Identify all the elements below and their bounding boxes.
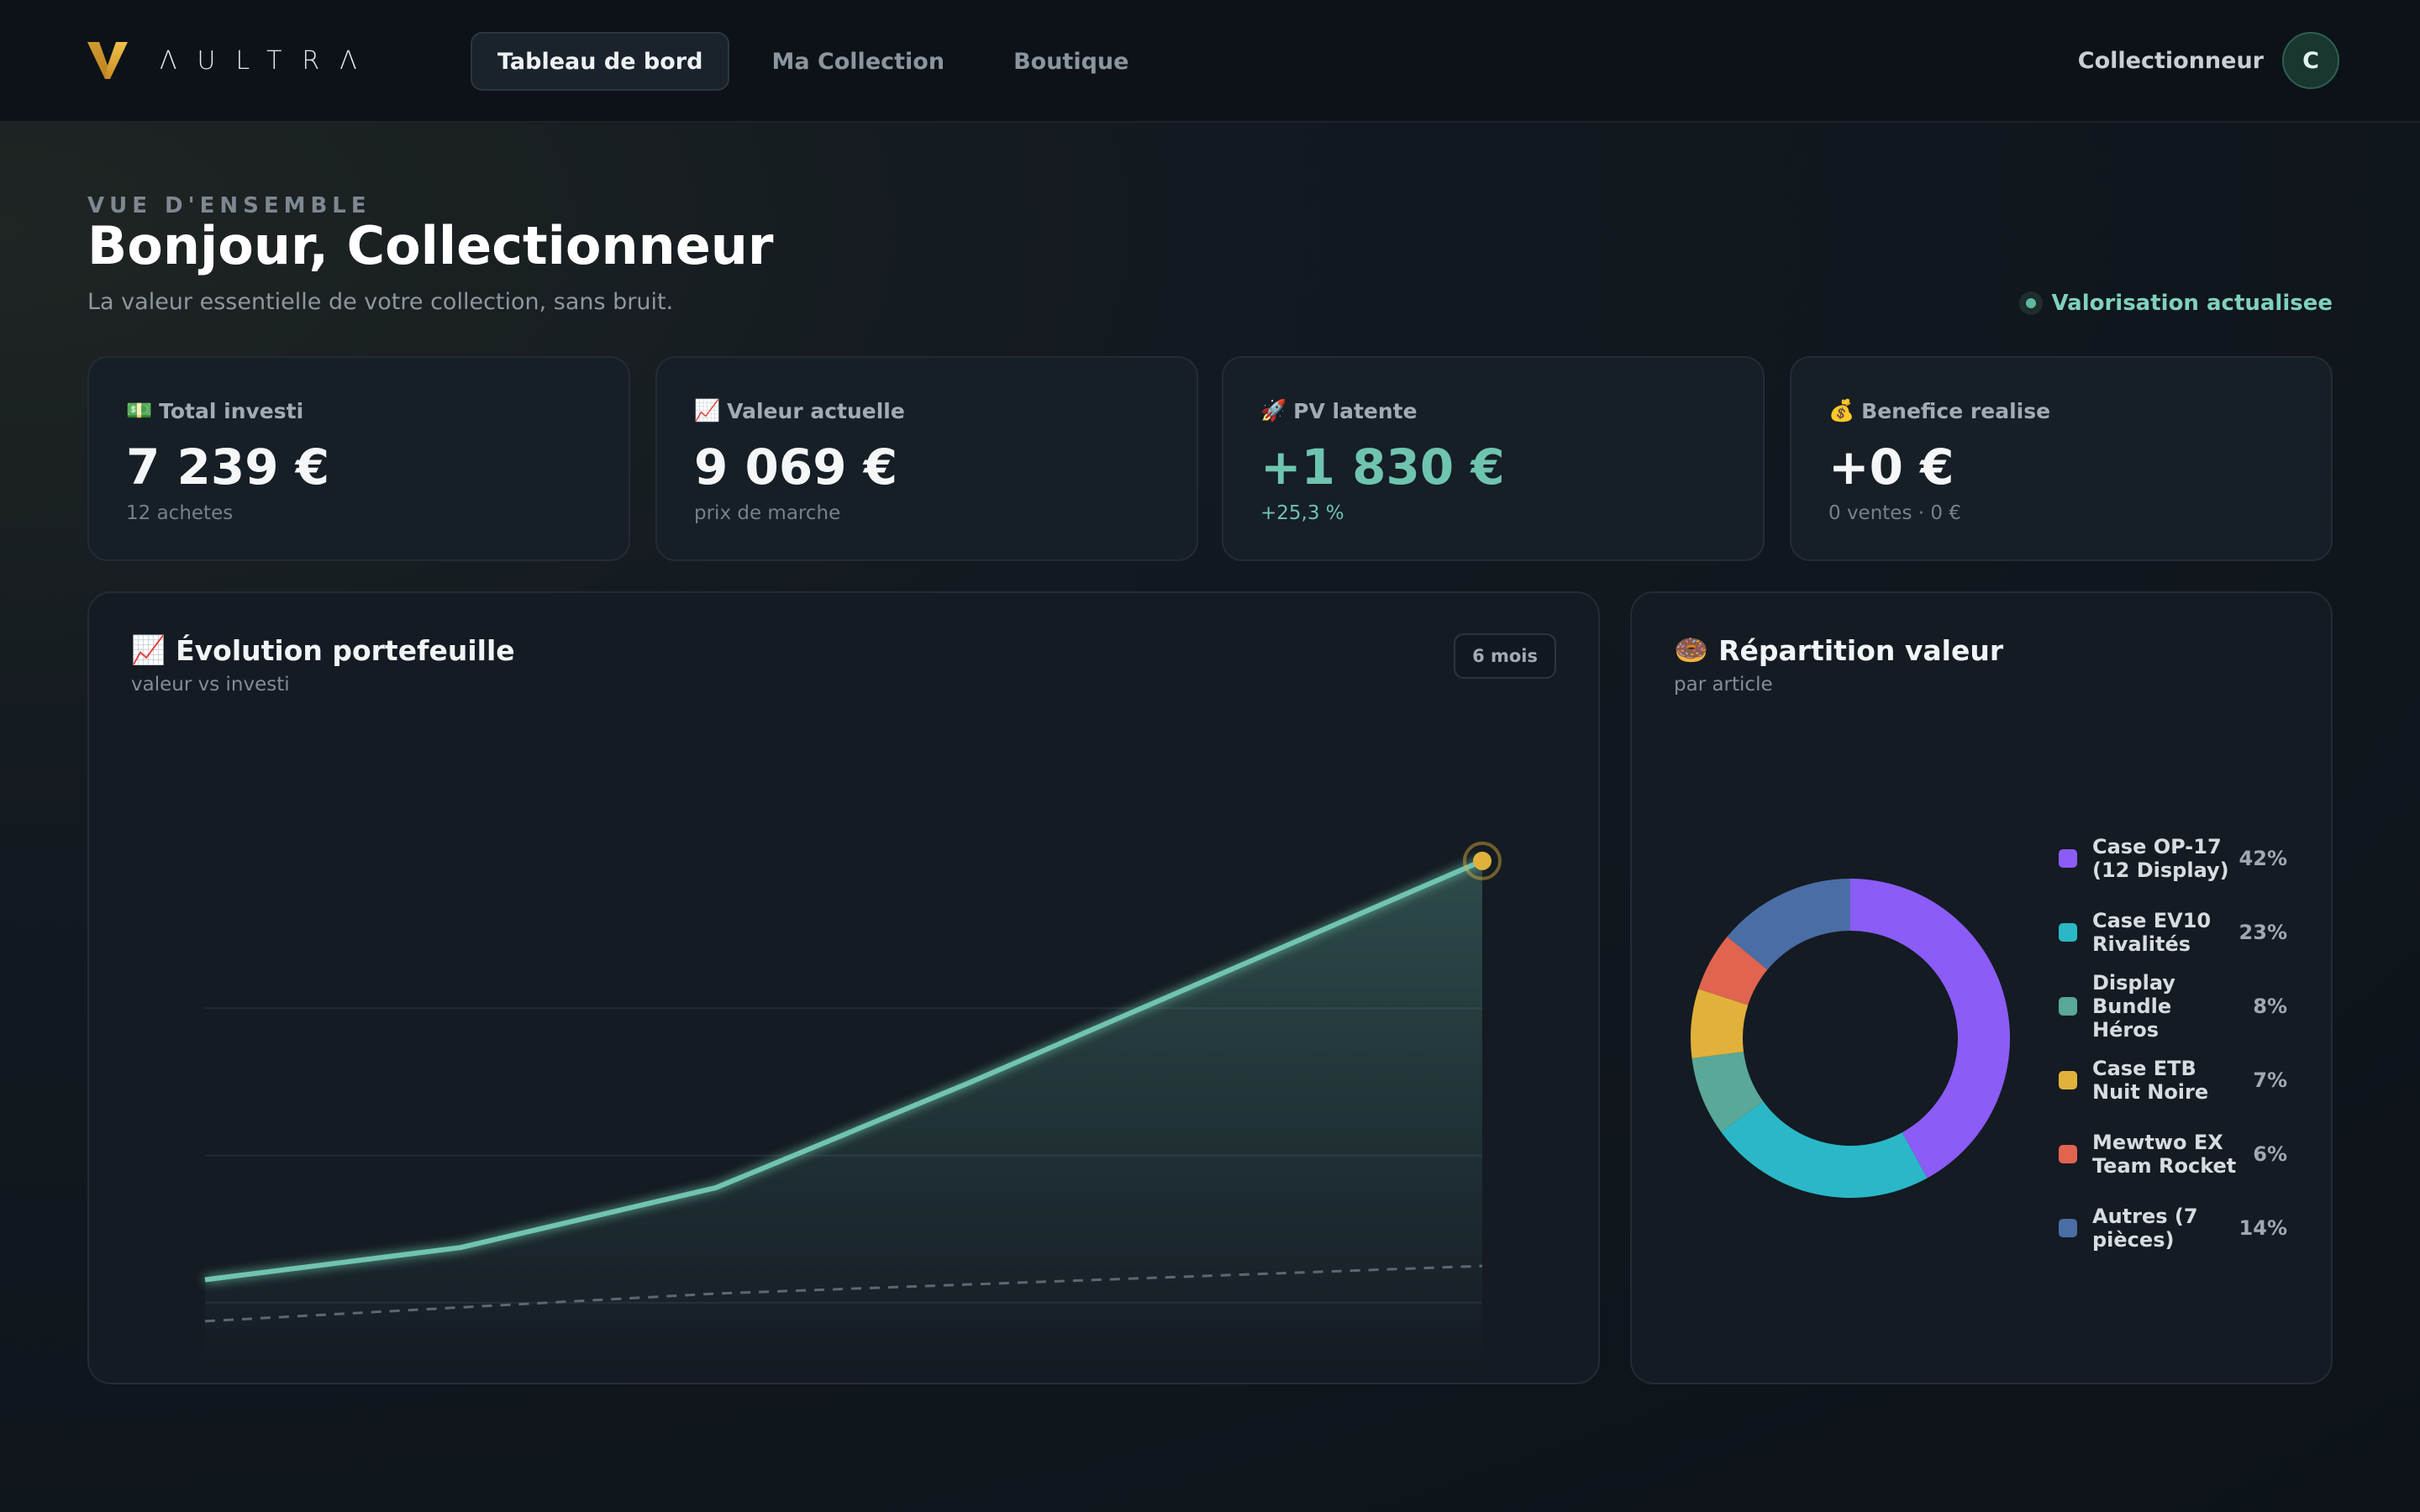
- kpi-label: 📈 Valeur actuelle: [694, 398, 905, 423]
- user-name: Collectionneur: [2077, 47, 2264, 74]
- legend-swatch: [2059, 1145, 2077, 1163]
- kpi-sub: prix de marche: [694, 502, 841, 524]
- top-bar: ΛULTRΛ Tableau de bord Ma Collection Bou…: [0, 0, 2420, 123]
- legend-swatch: [2059, 997, 2077, 1016]
- evolution-panel: 📈 Évolution portefeuille valeur vs inves…: [87, 591, 1600, 1384]
- kpi-label-text: PV latente: [1293, 398, 1418, 423]
- legend-item[interactable]: Case EV10 Rivalités 23%: [2059, 895, 2287, 969]
- legend-swatch: [2059, 1071, 2077, 1089]
- legend-percent: 7%: [2253, 1068, 2287, 1092]
- donut-slice-1[interactable]: [1721, 1101, 1928, 1198]
- kpi-label: 🚀 PV latente: [1260, 398, 1418, 423]
- legend-item[interactable]: Autres (7 pièces) 14%: [2059, 1191, 2287, 1265]
- kpi-label-text: Total investi: [159, 398, 304, 423]
- legend-label: Display Bundle Héros: [2092, 971, 2175, 1042]
- kpi-value: 9 069 €: [694, 438, 898, 496]
- kpi-sub: +25,3 %: [1260, 502, 1344, 524]
- brand-logo[interactable]: ΛULTRΛ: [87, 40, 377, 81]
- legend-percent: 14%: [2238, 1216, 2287, 1240]
- legend-item[interactable]: Mewtwo EX Team Rocket 6%: [2059, 1117, 2287, 1191]
- legend-swatch: [2059, 1219, 2077, 1237]
- brand-mark-icon: [87, 42, 128, 79]
- donut-slice-0[interactable]: [1850, 879, 2010, 1179]
- kpi-label-text: Valeur actuelle: [727, 398, 905, 423]
- legend-label: Case EV10 Rivalités: [2092, 909, 2212, 956]
- kpi-card-benefice-realise: 💰 Benefice realise +0 € 0 ventes · 0 €: [1790, 356, 2333, 561]
- donut-legend: Case OP-17 (12 Display) 42% Case EV10 Riva…: [2059, 822, 2287, 1265]
- kpi-label: 💵 Total investi: [126, 398, 303, 423]
- page-subtitle: La valeur essentielle de votre collectio…: [87, 289, 674, 315]
- evolution-line-chart: [204, 841, 1502, 1373]
- legend-label: Case OP-17 (12 Display): [2092, 835, 2229, 882]
- status-text: Valorisation actualisee: [2051, 291, 2333, 316]
- tab-tableau-de-bord[interactable]: Tableau de bord: [471, 32, 730, 91]
- kpi-label-text: Benefice realise: [1861, 398, 2051, 423]
- legend-percent: 42%: [2238, 847, 2287, 870]
- legend-label: Autres (7 pièces): [2092, 1205, 2198, 1252]
- kpi-label: 💰 Benefice realise: [1828, 398, 2050, 423]
- repartition-panel: 🍩 Répartition valeur par article Case OP…: [1630, 591, 2333, 1384]
- kpi-card-valeur-actuelle: 📈 Valeur actuelle 9 069 € prix de marche: [655, 356, 1198, 561]
- brand-wordmark: ΛULTRΛ: [160, 45, 377, 76]
- money-bag-icon: 💰: [1828, 398, 1855, 423]
- repartition-title-text: Répartition valeur: [1718, 633, 2004, 667]
- kpi-sub: 12 achetes: [126, 502, 234, 524]
- avatar[interactable]: C: [2282, 32, 2339, 89]
- kpi-value: +0 €: [1828, 438, 1954, 496]
- status-dot-icon: [2019, 291, 2044, 315]
- rocket-icon: 🚀: [1260, 398, 1287, 423]
- chart-up-icon: 📈: [694, 398, 721, 423]
- user-menu[interactable]: Collectionneur C: [2078, 32, 2339, 89]
- legend-percent: 8%: [2253, 995, 2287, 1018]
- legend-label: Case ETB Nuit Noire: [2092, 1057, 2209, 1104]
- money-bill-icon: 💵: [126, 398, 153, 423]
- page-title: Bonjour, Collectionneur: [87, 215, 774, 276]
- legend-swatch: [2059, 923, 2077, 942]
- kpi-sub: 0 ventes · 0 €: [1828, 502, 1961, 524]
- repartition-donut-chart: [1691, 879, 2010, 1198]
- tab-ma-collection[interactable]: Ma Collection: [744, 32, 971, 91]
- legend-label: Mewtwo EX Team Rocket: [2092, 1131, 2237, 1178]
- repartition-title: 🍩 Répartition valeur: [1674, 633, 2003, 667]
- legend-swatch: [2059, 849, 2077, 868]
- kpi-value: +1 830 €: [1260, 438, 1505, 496]
- donut-icon: 🍩: [1674, 633, 1709, 666]
- value-area: [205, 860, 1482, 1373]
- legend-percent: 23%: [2238, 921, 2287, 944]
- legend-percent: 6%: [2253, 1142, 2287, 1166]
- kpi-card-pv-latente: 🚀 PV latente +1 830 € +25,3 %: [1222, 356, 1765, 561]
- repartition-subtitle: par article: [1674, 674, 1773, 696]
- legend-item[interactable]: Display Bundle Héros 8%: [2059, 969, 2287, 1043]
- latest-point[interactable]: [1473, 851, 1491, 870]
- legend-item[interactable]: Case ETB Nuit Noire 7%: [2059, 1043, 2287, 1117]
- tab-boutique[interactable]: Boutique: [986, 32, 1155, 91]
- main-nav: Tableau de bord Ma Collection Boutique: [471, 32, 1155, 91]
- valuation-status: Valorisation actualisee: [2019, 291, 2333, 316]
- legend-item[interactable]: Case OP-17 (12 Display) 42%: [2059, 822, 2287, 895]
- kpi-value: 7 239 €: [126, 438, 330, 496]
- kpi-card-total-investi: 💵 Total investi 7 239 € 12 achetes: [87, 356, 630, 561]
